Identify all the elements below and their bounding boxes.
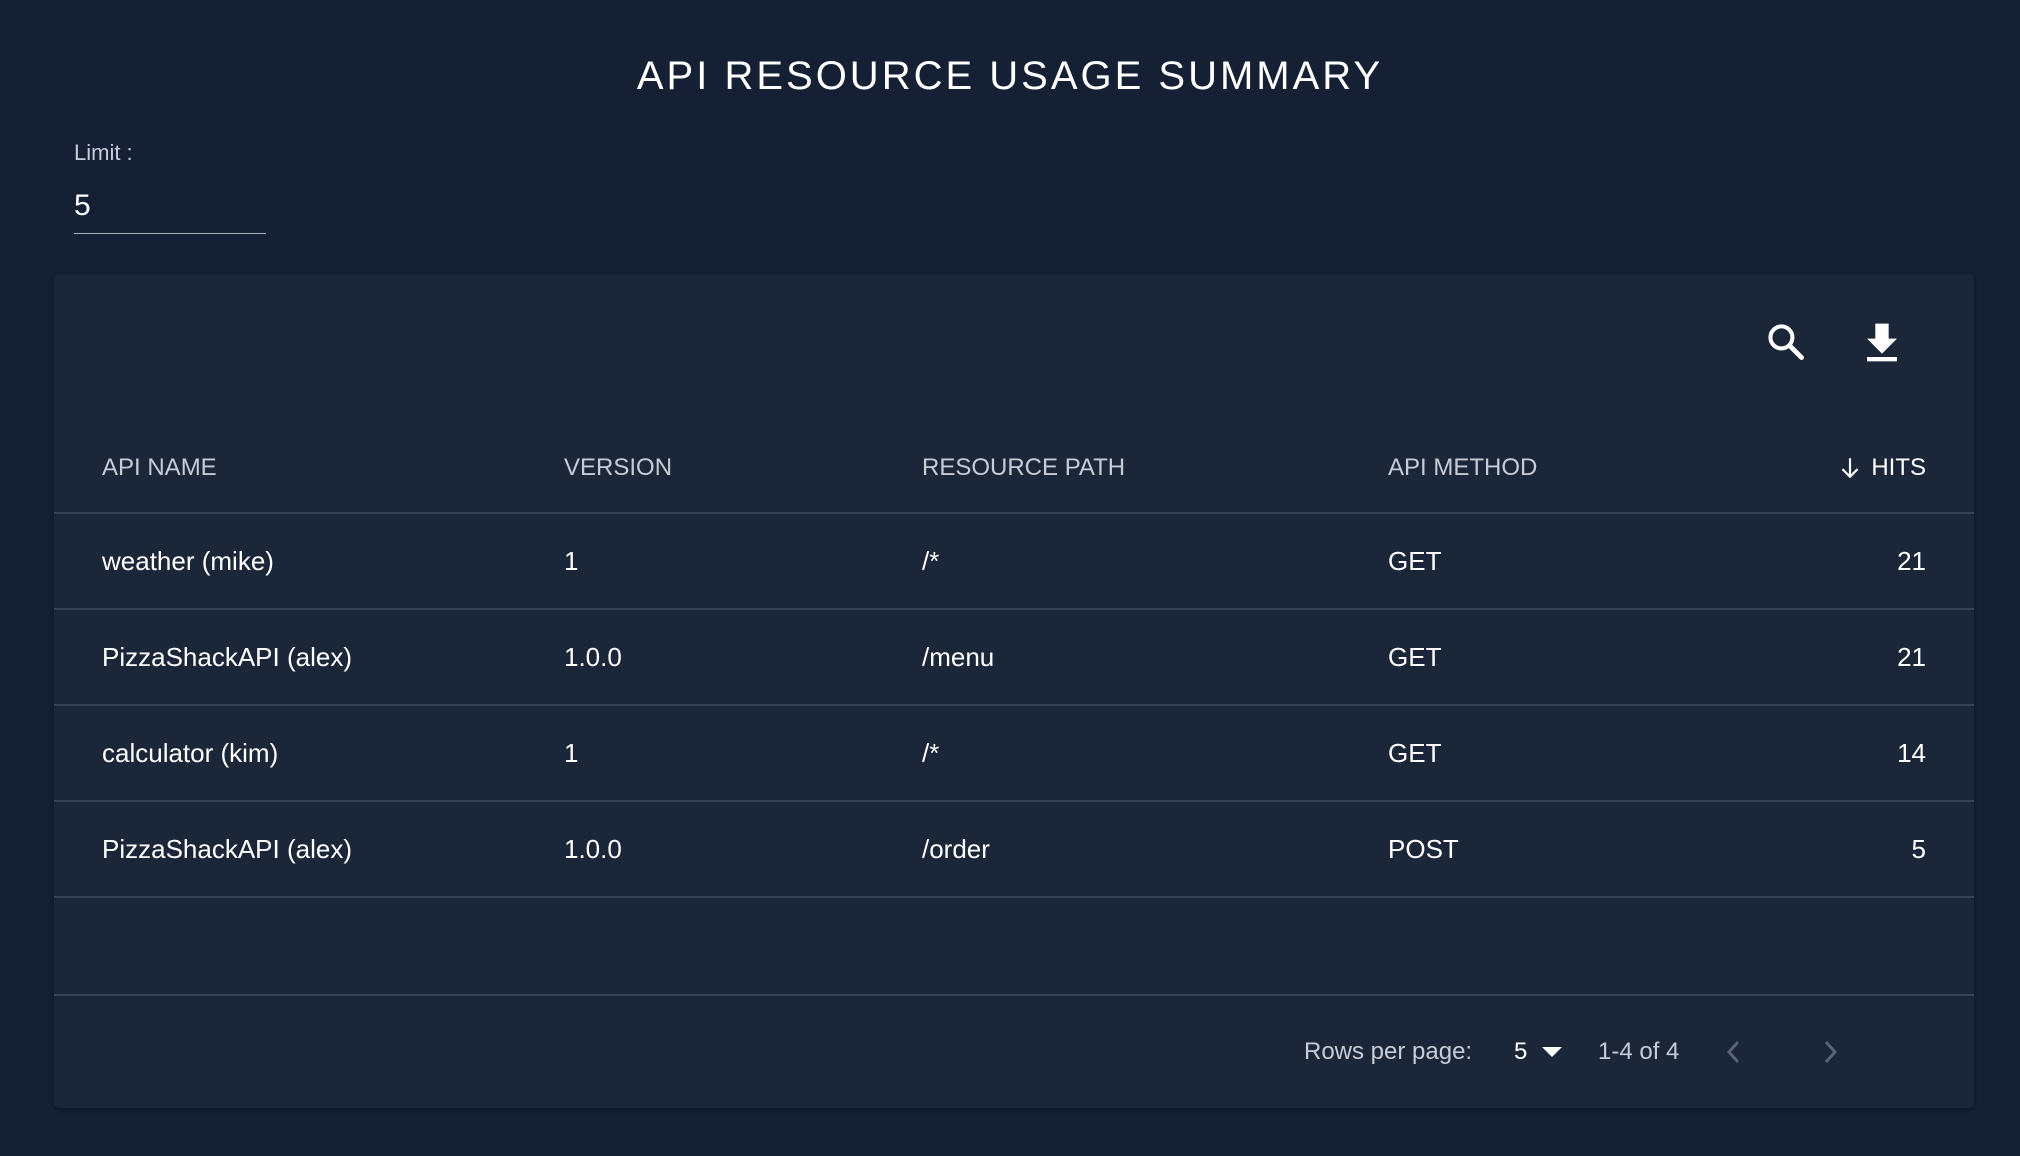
table-row: weather (mike) 1 /* GET 21 [54, 514, 1974, 610]
download-button[interactable] [1850, 310, 1914, 374]
cell-resource-path: /order [922, 834, 990, 864]
arrow-down-icon [1841, 458, 1859, 479]
cell-hits: 14 [1897, 738, 1926, 768]
cell-api-method: POST [1388, 834, 1459, 864]
table-row: calculator (kim) 1 /* GET 14 [54, 706, 1974, 802]
search-button[interactable] [1754, 310, 1818, 374]
caret-down-icon [1542, 1047, 1563, 1057]
cell-api-name: calculator (kim) [102, 738, 279, 768]
column-header-hits[interactable]: HITS [1837, 424, 1926, 512]
table-row: PizzaShackAPI (alex) 1.0.0 /order POST 5 [54, 802, 1974, 898]
cell-api-method: GET [1388, 738, 1442, 768]
limit-label: Limit : [74, 140, 133, 165]
column-header-hits-label: HITS [1871, 454, 1926, 481]
limit-input[interactable] [74, 178, 266, 234]
cell-api-method: GET [1388, 642, 1442, 672]
cell-api-name: PizzaShackAPI (alex) [102, 642, 352, 672]
cell-version: 1.0.0 [564, 642, 622, 672]
chevron-left-icon [1726, 1040, 1740, 1064]
next-page-button[interactable] [1806, 1028, 1854, 1076]
table-card: API NAME VERSION RESOURCE PATH API METHO… [54, 274, 1974, 1108]
chevron-right-icon [1824, 1040, 1838, 1064]
table-empty-row [54, 898, 1974, 996]
table-header-row: API NAME VERSION RESOURCE PATH API METHO… [54, 424, 1974, 514]
search-icon [1768, 324, 1804, 360]
cell-version: 1.0.0 [564, 834, 622, 864]
cell-resource-path: /* [922, 738, 940, 768]
rows-per-page-select[interactable]: 5 [1514, 1032, 1563, 1072]
cell-api-name: PizzaShackAPI (alex) [102, 834, 352, 864]
column-header-api-name[interactable]: API NAME [102, 424, 217, 512]
cell-hits: 21 [1897, 546, 1926, 576]
cell-api-name: weather (mike) [102, 546, 274, 576]
pagination-range: 1-4 of 4 [1598, 1038, 1680, 1065]
column-header-api-method[interactable]: API METHOD [1388, 424, 1537, 512]
download-icon [1867, 323, 1897, 362]
rows-per-page-label: Rows per page: [1304, 1038, 1473, 1065]
cell-hits: 21 [1897, 642, 1926, 672]
table-row: PizzaShackAPI (alex) 1.0.0 /menu GET 21 [54, 610, 1974, 706]
rows-per-page-value: 5 [1514, 1038, 1528, 1065]
previous-page-button[interactable] [1710, 1028, 1758, 1076]
cell-version: 1 [564, 738, 579, 768]
column-header-resource-path[interactable]: RESOURCE PATH [922, 424, 1125, 512]
page-title: API RESOURCE USAGE SUMMARY [636, 54, 1384, 98]
table-pagination: Rows per page: 5 1-4 of 4 [54, 996, 1974, 1108]
cell-api-method: GET [1388, 546, 1442, 576]
cell-version: 1 [564, 546, 579, 576]
cell-hits: 5 [1911, 834, 1926, 864]
column-header-version[interactable]: VERSION [564, 424, 672, 512]
cell-resource-path: /* [922, 546, 940, 576]
cell-resource-path: /menu [922, 642, 995, 672]
